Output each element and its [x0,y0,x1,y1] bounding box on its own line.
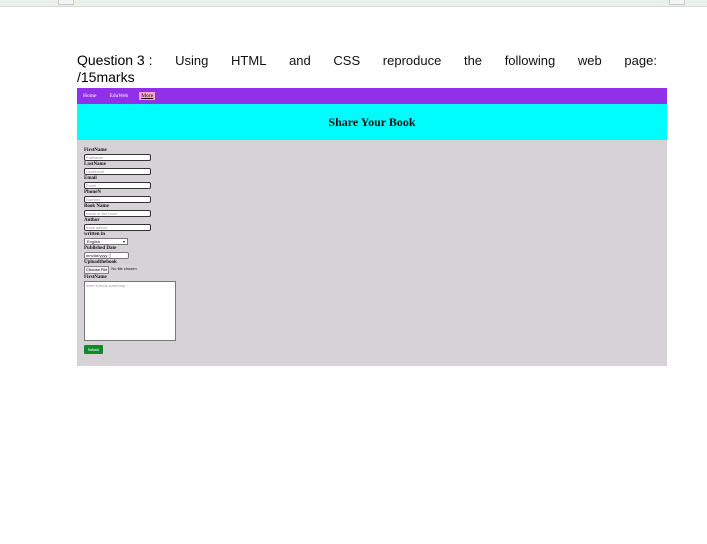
published-date-label: Published Date [84,246,117,251]
question-word: the [463,53,483,68]
nav-link-more[interactable]: More [139,92,156,100]
phone-input[interactable]: Number [84,196,151,203]
hero-title: Share Your Book [328,114,416,129]
question-marks: /15marks [77,69,135,85]
author-input[interactable]: book author [84,224,151,231]
language-select[interactable]: English ▾ [84,238,128,245]
hero-banner: Share Your Book [77,104,667,140]
question-word: following [504,53,556,68]
nav-bar: Home EduWeb More [77,88,667,104]
question-word: HTML [231,53,267,68]
date-value: mm/dd/yyyy [86,253,108,258]
question-word: reproduce [382,53,442,68]
share-book-form: FirstName FullName LastName LastName Ema… [84,148,176,354]
calendar-icon[interactable]: ▯ [108,253,110,258]
top-strip [0,0,707,7]
question-word: page: [624,53,657,68]
last-name-input[interactable]: LastName [84,168,151,175]
upload-field: Choose File No file chosen [84,266,176,274]
top-left-nub [58,0,74,5]
summary-textarea[interactable]: write a book summary... [84,281,176,341]
language-select-value: English [87,239,101,244]
written-in-label: written in [84,232,105,237]
upload-status: No file chosen [111,266,137,271]
question-word: and [289,53,311,68]
book-name-input[interactable]: name of the book [84,210,151,217]
nav-link-eduweb[interactable]: EduWeb [107,92,130,100]
question-word: CSS [333,53,361,68]
question-word: Using [175,53,209,68]
question-text: Question 3 : Using HTML and CSS reproduc… [77,52,657,86]
question-number: Question 3 : [77,52,153,68]
published-date-input[interactable]: mm/dd/yyyy ▯ [84,252,129,259]
first-name-input[interactable]: FullName [84,154,151,161]
webpage-screenshot: Home EduWeb More Share Your Book FirstNa… [77,88,667,366]
chevron-down-icon: ▾ [122,239,125,244]
choose-file-button[interactable]: Choose File [84,266,110,274]
submit-button[interactable]: Submit [84,345,103,354]
top-right-nub [669,0,685,5]
email-input[interactable]: Email [84,182,151,189]
question-word: web [577,53,602,68]
nav-link-home[interactable]: Home [81,92,98,100]
